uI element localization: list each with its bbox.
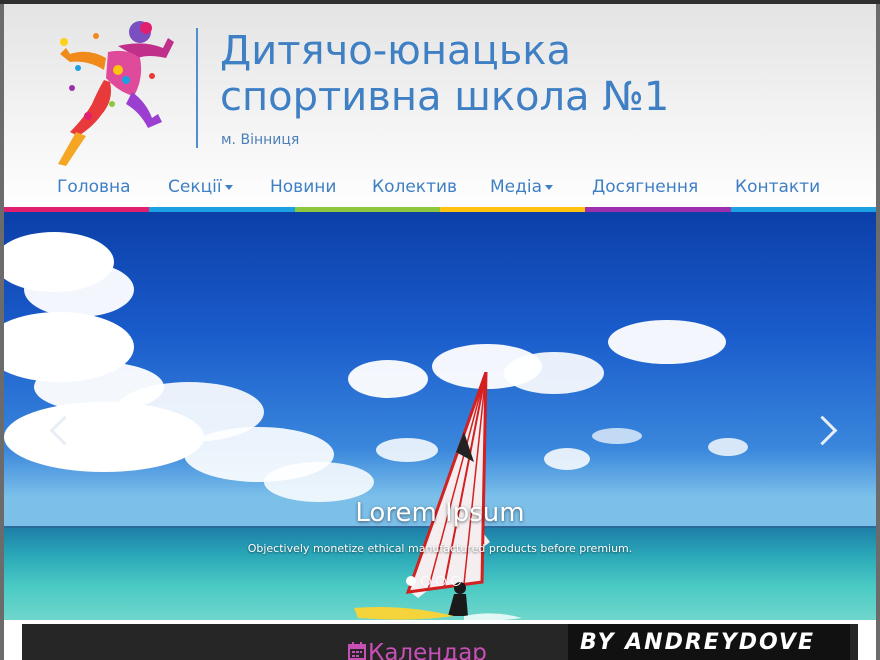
header-divider bbox=[196, 28, 198, 148]
cloud bbox=[708, 438, 748, 456]
carousel-next-icon[interactable] bbox=[807, 415, 838, 446]
nav-item-label: Медіа bbox=[490, 177, 543, 197]
chevron-down-icon bbox=[545, 184, 554, 190]
nav-item-label: Новини bbox=[270, 177, 337, 197]
carousel-indicator[interactable] bbox=[451, 576, 461, 586]
site-title: Дитячо-юнацька спортивна школа №1 bbox=[220, 28, 820, 120]
chevron-down-icon bbox=[224, 184, 233, 190]
calendar-icon bbox=[348, 642, 366, 660]
nav-item-contacts[interactable]: Контакти bbox=[735, 177, 820, 197]
site-title-line1: Дитячо-юнацька bbox=[220, 28, 571, 74]
nav-item-media[interactable]: Медіа bbox=[490, 177, 554, 197]
cloud bbox=[24, 262, 134, 317]
nav-item-label: Секції bbox=[168, 177, 222, 197]
page: Дитячо-юнацька спортивна школа №1 м. Він… bbox=[4, 4, 876, 660]
cloud bbox=[544, 448, 590, 470]
site-city: м. Вінниця bbox=[221, 132, 300, 148]
hero-carousel[interactable]: Lorem Ipsum Objectively monetize ethical… bbox=[4, 212, 876, 620]
nav-item-news[interactable]: Новини bbox=[270, 177, 336, 197]
runner-logo-icon[interactable] bbox=[48, 18, 178, 168]
cloud bbox=[592, 428, 642, 444]
nav-item-sections[interactable]: Секції bbox=[168, 177, 233, 197]
slide-caption-title: Lorem Ipsum bbox=[355, 498, 525, 528]
nav-item-label: Колектив bbox=[372, 177, 458, 197]
nav-item-label: Головна bbox=[57, 177, 131, 197]
watermark: BY ANDREYDOVE bbox=[568, 624, 850, 660]
calendar-heading: Календар bbox=[368, 640, 487, 660]
carousel-indicator[interactable] bbox=[421, 576, 431, 586]
watermark-text: BY ANDREYDOVE bbox=[580, 630, 815, 655]
carousel-indicators bbox=[406, 576, 461, 586]
nav-item-team[interactable]: Колектив bbox=[372, 177, 457, 197]
nav-item-achievements[interactable]: Досягнення bbox=[592, 177, 698, 197]
nav-item-home[interactable]: Головна bbox=[57, 177, 131, 197]
main-nav: Головна Секції Новини Колектив Медіа Дос… bbox=[4, 172, 876, 208]
site-header: Дитячо-юнацька спортивна школа №1 м. Він… bbox=[4, 4, 876, 212]
nav-item-label: Досягнення bbox=[592, 177, 699, 197]
site-title-line2: спортивна школа №1 bbox=[220, 74, 670, 120]
cloud bbox=[608, 320, 726, 364]
carousel-indicator[interactable] bbox=[406, 576, 416, 586]
slide-caption-text: Objectively monetize ethical manufacture… bbox=[247, 542, 633, 555]
carousel-indicator[interactable] bbox=[436, 576, 446, 586]
nav-item-label: Контакти bbox=[735, 177, 821, 197]
